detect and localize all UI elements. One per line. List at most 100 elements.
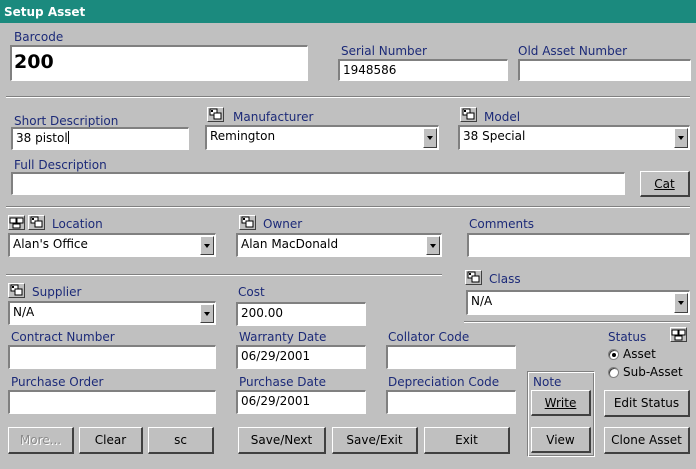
sc-label: sc	[174, 433, 187, 447]
cost-field[interactable]: 200.00	[236, 302, 366, 326]
full-description-label: Full Description	[14, 158, 107, 172]
cost-label: Cost	[238, 285, 265, 299]
supplier-dropdown[interactable]: N/A	[8, 301, 216, 325]
browse-icon	[671, 329, 686, 341]
manufacturer-label: Manufacturer	[233, 110, 314, 124]
model-value: 38 Special	[463, 129, 526, 143]
edit-status-label: Edit Status	[613, 396, 680, 410]
collator-code-label: Collator Code	[388, 330, 470, 344]
lookup-icon	[462, 108, 475, 120]
lookup-icon	[10, 284, 23, 296]
cat-button-label: Cat	[654, 176, 675, 191]
separator	[6, 96, 690, 98]
supplier-value: N/A	[13, 305, 35, 319]
save-exit-label: Save/Exit	[346, 433, 403, 447]
status-sub-asset-radio[interactable]	[608, 367, 619, 378]
save-next-button[interactable]: Save/Next	[238, 427, 326, 454]
edit-status-button[interactable]: Edit Status	[604, 390, 690, 417]
owner-lookup-button[interactable]	[239, 215, 256, 230]
manufacturer-value: Remington	[210, 129, 276, 143]
collator-code-field[interactable]	[386, 345, 516, 369]
comments-label: Comments	[469, 217, 535, 231]
warranty-date-field[interactable]: 06/29/2001	[236, 345, 366, 369]
model-dropdown[interactable]: 38 Special	[458, 125, 690, 150]
chevron-down-icon[interactable]	[200, 304, 214, 323]
class-label: Class	[489, 272, 521, 286]
owner-label: Owner	[263, 217, 303, 231]
note-write-button[interactable]: Write	[531, 390, 591, 416]
clear-button[interactable]: Clear	[79, 427, 143, 454]
comments-field[interactable]	[467, 233, 690, 257]
location-lookup-button[interactable]	[28, 215, 45, 230]
lookup-icon	[209, 108, 222, 120]
save-next-label: Save/Next	[250, 433, 313, 447]
depreciation-code-label: Depreciation Code	[388, 375, 500, 389]
purchase-date-field[interactable]: 06/29/2001	[236, 390, 366, 414]
browse-icon	[9, 217, 24, 229]
more-button[interactable]: More...	[8, 427, 74, 454]
exit-button[interactable]: Exit	[424, 427, 510, 454]
note-view-label: View	[546, 432, 575, 447]
short-description-value: 38 pistol	[16, 131, 68, 145]
location-value: Alan's Office	[13, 237, 88, 251]
manufacturer-dropdown[interactable]: Remington	[205, 125, 439, 150]
status-sub-asset-label: Sub-Asset	[623, 365, 683, 379]
sc-button[interactable]: sc	[148, 427, 214, 454]
class-value: N/A	[471, 294, 493, 308]
purchase-order-field[interactable]	[8, 390, 216, 414]
chevron-down-icon[interactable]	[200, 236, 214, 255]
barcode-label: Barcode	[14, 30, 64, 44]
serial-number-label: Serial Number	[341, 44, 427, 58]
full-description-field[interactable]	[11, 172, 625, 195]
note-label: Note	[533, 375, 562, 389]
exit-label: Exit	[455, 433, 478, 447]
chevron-down-icon[interactable]	[674, 293, 688, 313]
depreciation-code-field[interactable]	[386, 390, 516, 414]
contract-number-label: Contract Number	[11, 330, 115, 344]
barcode-field[interactable]: 200	[10, 45, 308, 81]
clone-asset-button[interactable]: Clone Asset	[604, 427, 690, 454]
note-write-label: Write	[544, 395, 577, 410]
class-lookup-button[interactable]	[465, 270, 482, 285]
note-view-button[interactable]: View	[531, 427, 591, 453]
cat-button[interactable]: Cat	[640, 171, 690, 197]
supplier-lookup-button[interactable]	[8, 283, 25, 298]
location-dropdown[interactable]: Alan's Office	[8, 233, 216, 257]
chevron-down-icon[interactable]	[426, 236, 440, 255]
status-asset-label: Asset	[623, 347, 656, 361]
manufacturer-lookup-button[interactable]	[207, 107, 224, 122]
status-browse-button[interactable]	[670, 327, 687, 342]
old-asset-number-field[interactable]	[518, 59, 691, 81]
lookup-icon	[467, 271, 480, 283]
save-exit-button[interactable]: Save/Exit	[332, 427, 418, 454]
owner-dropdown[interactable]: Alan MacDonald	[236, 233, 442, 257]
serial-number-field[interactable]: 1948586	[338, 59, 508, 81]
chevron-down-icon[interactable]	[674, 128, 688, 148]
class-dropdown[interactable]: N/A	[466, 290, 690, 315]
lookup-icon	[30, 216, 43, 228]
purchase-order-label: Purchase Order	[11, 375, 104, 389]
status-asset-radio[interactable]	[608, 349, 619, 360]
clone-asset-label: Clone Asset	[611, 433, 682, 447]
separator	[6, 206, 690, 208]
contract-number-field[interactable]	[8, 345, 216, 369]
separator	[464, 321, 690, 323]
lookup-icon	[241, 216, 254, 228]
status-label: Status	[608, 330, 647, 344]
short-description-field[interactable]: 38 pistol	[11, 127, 189, 150]
separator	[6, 274, 442, 276]
more-label: More...	[19, 433, 62, 447]
clear-label: Clear	[94, 433, 127, 447]
window-title: Setup Asset	[0, 0, 696, 23]
location-browse-button[interactable]	[8, 215, 25, 230]
owner-value: Alan MacDonald	[241, 237, 339, 251]
old-asset-number-label: Old Asset Number	[518, 44, 628, 58]
chevron-down-icon[interactable]	[423, 128, 437, 148]
text-caret	[67, 131, 69, 144]
model-label: Model	[484, 110, 521, 124]
purchase-date-label: Purchase Date	[239, 375, 326, 389]
short-description-label: Short Description	[14, 114, 119, 128]
model-lookup-button[interactable]	[460, 107, 477, 122]
location-label: Location	[52, 217, 103, 231]
warranty-date-label: Warranty Date	[239, 330, 327, 344]
